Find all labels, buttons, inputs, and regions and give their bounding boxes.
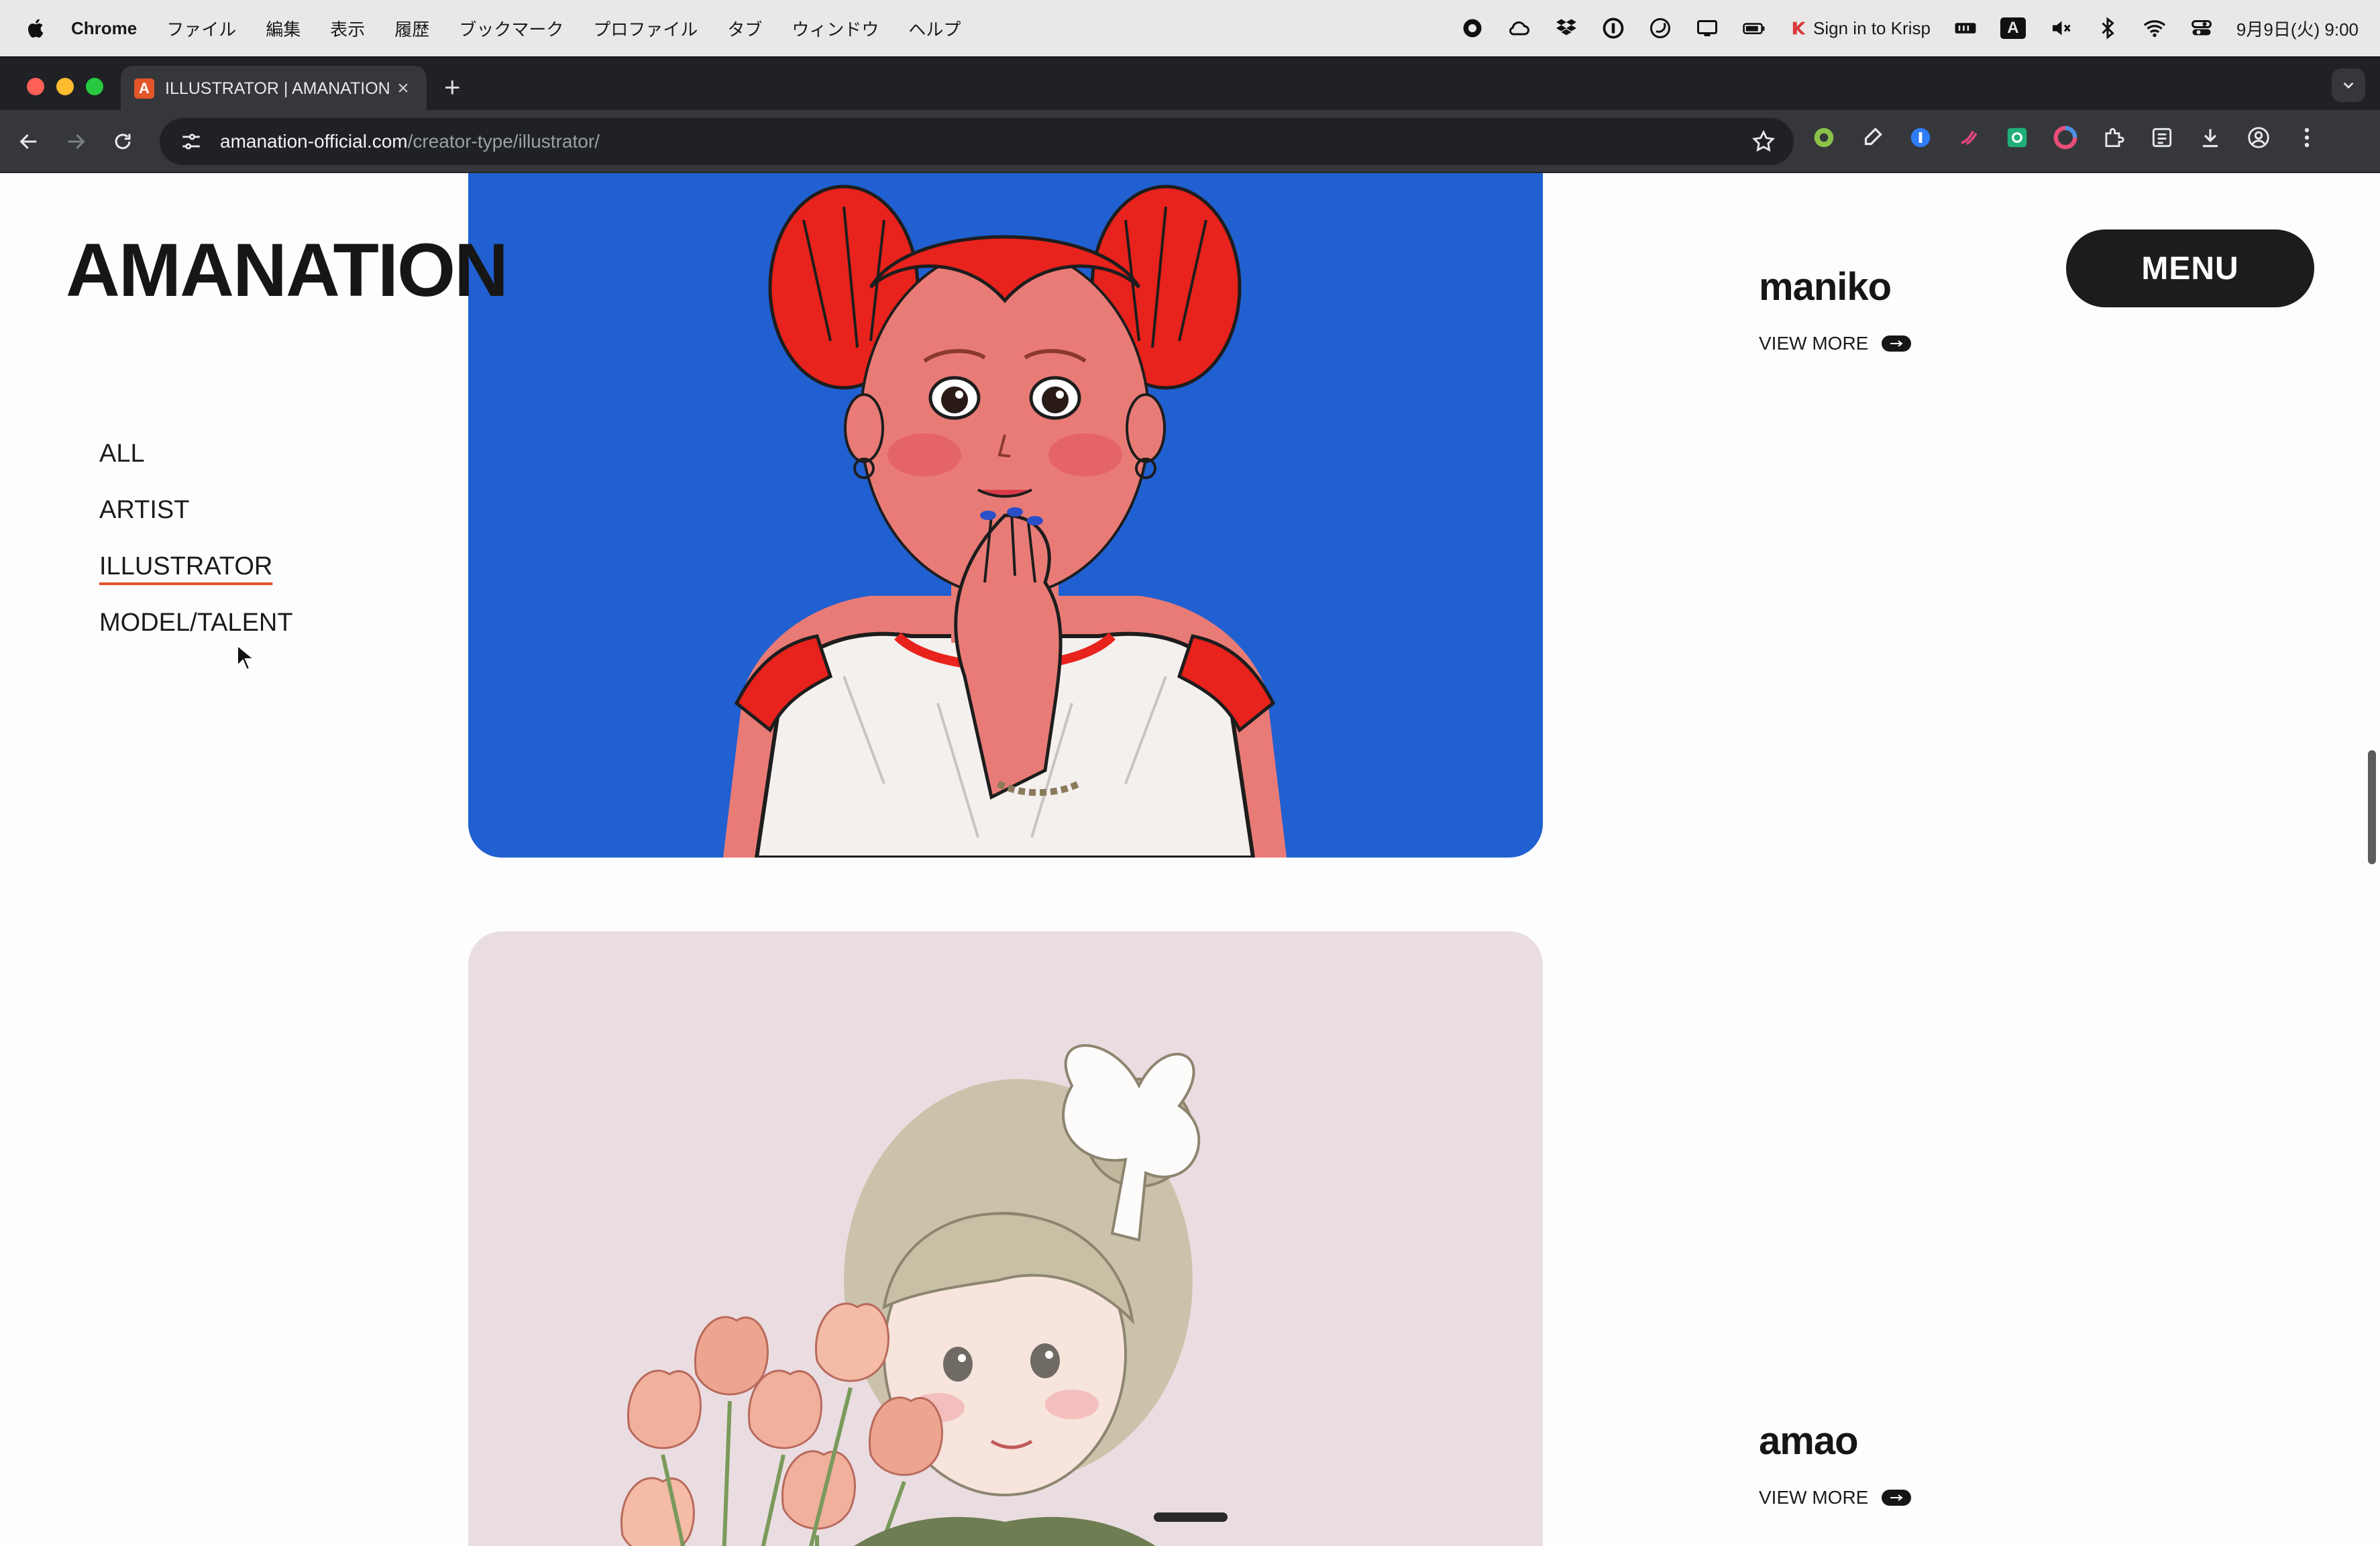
browser-toolbar: amanation-official.com/creator-type/illu… [0,110,2380,173]
wifi-icon[interactable] [2143,16,2167,40]
reload-button[interactable] [106,125,140,158]
volume-muted-icon[interactable] [2049,16,2073,40]
back-button[interactable] [12,125,46,158]
url-path: /creator-type/illustrator/ [407,131,600,152]
address-bar[interactable]: amanation-official.com/creator-type/illu… [160,118,1794,165]
illustration-red-haired-girl [723,185,1287,858]
tab-close-icon[interactable]: × [393,77,413,100]
krisp-label: Sign in to Krisp [1813,17,1931,38]
tab-favicon: A [134,79,154,99]
creator-entry-maniko: maniko VIEW MORE [1759,266,1912,354]
macos-menu-bar: Chrome ファイル 編集 表示 履歴 ブックマーク プロファイル タブ ウィ… [0,0,2380,56]
color-wheel-icon[interactable] [2053,125,2078,150]
minimize-window-button[interactable] [56,78,74,95]
mouse-cursor-icon [237,644,255,671]
category-all[interactable]: ALL [99,440,293,467]
url-host: amanation-official.com [220,131,408,152]
chevron-down-icon [2343,82,2354,89]
battery-icon[interactable] [1742,16,1766,40]
apple-menu-icon[interactable] [25,0,52,56]
krisp-icon [1789,19,1808,38]
category-illustrator[interactable]: ILLUSTRATOR [99,553,293,580]
close-window-button[interactable] [27,78,44,95]
bookmark-star-icon[interactable] [1751,129,1776,154]
creator-name[interactable]: maniko [1759,266,1911,309]
window-controls [27,78,103,95]
creator-entry-amao: amao VIEW MORE [1759,1420,1912,1508]
menu-file[interactable]: ファイル [166,16,236,41]
menu-profiles[interactable]: プロファイル [593,16,698,41]
input-source-indicator[interactable]: A [2000,17,2026,39]
cloud-sync-icon[interactable] [1507,16,1531,40]
profile-icon[interactable] [2246,125,2271,150]
zoom-window-button[interactable] [86,78,103,95]
view-more-link[interactable]: VIEW MORE [1759,333,1912,354]
onepassword-extension-icon[interactable] [1908,125,1933,150]
creator-card-maniko[interactable] [468,173,1543,858]
tab-title: ILLUSTRATOR | AMANATION [165,79,390,98]
dropbox-icon[interactable] [1554,16,1578,40]
screen-record-icon[interactable] [1460,16,1484,40]
site-info-icon[interactable] [180,130,203,153]
menu-history[interactable]: 履歴 [394,16,429,41]
extension-green-icon[interactable] [1811,125,1837,150]
pink-extension-icon[interactable] [1956,125,1982,150]
browser-tab-strip: A ILLUSTRATOR | AMANATION × + [0,56,2380,111]
forward-arrow-icon [68,134,85,150]
web-page: AMANATION ALL ARTIST ILLUSTRATOR MODEL/T… [0,173,2380,1546]
menu-view[interactable]: 表示 [330,16,365,41]
menubar-clock[interactable]: 9月9日(火) 9:00 [2236,16,2359,41]
creator-name[interactable]: amao [1759,1420,1911,1463]
page-scrollbar-thumb[interactable] [2368,750,2376,864]
forward-button[interactable] [59,125,93,158]
kebab-menu-icon[interactable] [2294,125,2320,150]
control-center-icon[interactable] [2189,16,2214,40]
menu-bookmarks[interactable]: ブックマーク [459,16,563,41]
menu-help[interactable]: ヘルプ [908,16,961,41]
site-logo[interactable]: AMANATION [66,227,508,313]
creator-card-amao[interactable] [468,931,1543,1546]
arrow-right-icon [1882,336,1912,352]
category-artist[interactable]: ARTIST [99,497,293,523]
teal-extension-icon[interactable] [2004,125,2030,150]
menu-edit[interactable]: 編集 [266,16,301,41]
back-arrow-icon [19,134,37,150]
reload-icon [115,134,131,150]
menu-button[interactable]: MENU [2066,229,2314,307]
active-tab[interactable]: A ILLUSTRATOR | AMANATION × [121,66,427,111]
display-icon[interactable] [1695,16,1719,40]
extensions-area [1811,125,2320,150]
category-model-talent[interactable]: MODEL/TALENT [99,609,293,636]
new-tab-button[interactable]: + [444,71,461,103]
onepassword-icon[interactable] [1601,16,1625,40]
puzzle-extensions-icon[interactable] [2101,125,2126,150]
menu-app-chrome[interactable]: Chrome [71,18,137,39]
view-more-link[interactable]: VIEW MORE [1759,1487,1912,1508]
tab-search-button[interactable] [2332,68,2365,102]
menu-tab[interactable]: タブ [727,16,762,41]
menu-window[interactable]: ウィンドウ [792,16,879,41]
carousel-indicator[interactable] [1154,1512,1228,1522]
download-icon[interactable] [2198,125,2223,150]
reading-list-icon[interactable] [2149,125,2175,150]
memory-icon[interactable] [1953,16,1978,40]
krisp-status[interactable]: Sign in to Krisp [1789,18,1931,39]
bluetooth-icon[interactable] [2096,16,2120,40]
arrow-right-icon [1882,1490,1912,1506]
moon-icon[interactable] [1648,16,1672,40]
illustration-girl-with-tulips [620,1044,1201,1546]
view-more-label: VIEW MORE [1759,333,1869,354]
view-more-label: VIEW MORE [1759,1487,1869,1508]
category-nav: ALL ARTIST ILLUSTRATOR MODEL/TALENT [99,440,293,666]
color-picker-icon[interactable] [1859,125,1885,150]
